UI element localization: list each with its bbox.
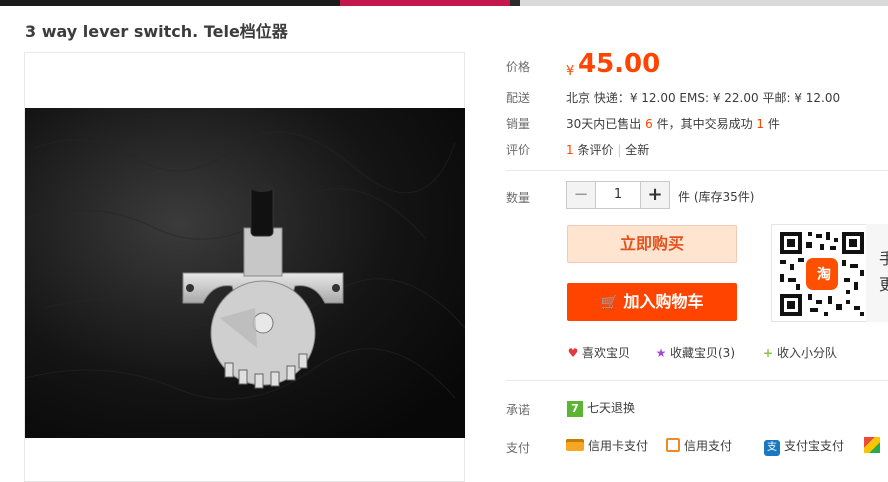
shipping-label: 配送 [506,91,531,105]
reviews-label: 评价 [506,143,531,157]
alipay-label: 支付宝支付 [784,439,845,453]
qr-side-text: 手 更 [879,246,888,298]
payment-label: 支付 [506,441,531,455]
payment-credit-card: 信用卡支付 [566,437,648,454]
credit-card-icon [566,439,584,451]
review-count[interactable]: 1 [566,143,574,157]
quantity-input[interactable]: 1 [595,182,641,208]
quantity-plus-button[interactable]: + [640,182,669,208]
taobao-badge: 淘 [817,267,831,283]
payment-more [864,437,880,453]
add-to-cart-label: 加入购物车 [623,292,704,311]
alipay-icon: 支 [764,440,780,456]
credit-pay-icon [666,438,680,452]
more-payment-icon [864,437,880,453]
review-count-suffix[interactable]: 条评价 [577,143,613,157]
banner-segment [340,0,510,6]
qr-side-char: 手 [879,249,888,268]
banner-segment [0,0,340,6]
price-value: 45.00 [578,49,661,79]
credit-pay-label: 信用支付 [684,439,733,453]
reviews-info: 1 条评价 | 全新 [566,141,649,158]
qr-side-char: 更 [879,275,888,294]
switch-photo-illustration [25,108,465,438]
promise-item[interactable]: 7 七天退换 [567,399,635,417]
product-title: 3 way lever switch. Tele档位器 [25,22,288,41]
shipping-text: 北京 快递：¥ 12.00 EMS: ¥ 22.00 平邮: ¥ 12.00 [566,91,841,105]
stock-text: 件 (库存35件) [678,190,755,204]
top-banner-strip [0,0,888,6]
sales-mid: 件，其中交易成功 [656,117,753,131]
add-to-cart-button[interactable]: 🛒 加入购物车 [567,283,737,321]
team-label: 收入小分队 [777,346,838,360]
sold-count: 6 [645,117,653,131]
buy-now-button[interactable]: 立即购买 [567,225,737,263]
like-label: 喜欢宝贝 [582,346,631,360]
collect-label: 收藏宝贝(3) [670,346,735,360]
heart-icon: ♥ [567,346,579,360]
sales-label: 销量 [506,117,531,131]
product-photo[interactable] [25,108,465,438]
condition-new: 全新 [625,143,650,157]
quantity-label: 数量 [506,191,531,205]
promise-text: 七天退换 [587,401,636,415]
sales-prefix: 30天内已售出 [566,117,642,131]
like-action[interactable]: ♥ 喜欢宝贝 [566,344,630,361]
sales-info: 30天内已售出 6 件，其中交易成功 1 件 [566,115,780,132]
divider [506,170,888,171]
sales-suffix: 件 [767,117,780,131]
payment-credit: 信用支付 [666,437,732,454]
success-count: 1 [756,117,765,131]
review-separator: | [617,143,622,157]
plus-icon: + [762,346,774,360]
divider [506,380,888,381]
promise-label: 承诺 [506,403,531,417]
quantity-minus-button[interactable]: − [567,182,596,208]
seven-day-icon: 7 [567,401,583,417]
credit-card-label: 信用卡支付 [588,439,649,453]
team-action[interactable]: + 收入小分队 [761,344,837,361]
quantity-stepper: − 1 + [566,181,670,209]
cart-icon: 🛒 [600,295,618,311]
collect-action[interactable]: ★ 收藏宝贝(3) [654,344,735,361]
price-label: 价格 [506,60,531,74]
currency-symbol: ¥ [566,64,575,79]
banner-segment [520,0,888,6]
payment-alipay: 支支付宝支付 [764,437,844,456]
star-icon: ★ [655,346,667,360]
